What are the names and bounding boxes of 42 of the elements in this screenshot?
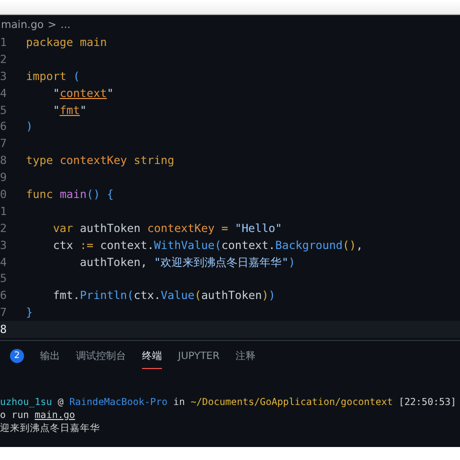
code-line: import (	[26, 70, 80, 83]
line-number: 4	[0, 256, 8, 269]
terminal-line: uzhou_1su @ RaindeMacBook-Pro in ~/Documents/GoApplication/gocontext [22:50:53]	[0, 396, 458, 409]
panel-tab[interactable]: 输出	[40, 343, 60, 369]
breadcrumb-more[interactable]: ...	[60, 19, 70, 34]
line-number: 5	[0, 272, 8, 286]
panel-tab[interactable]: 注释	[236, 343, 256, 369]
panel-tab[interactable]: 终端	[142, 343, 162, 369]
line-number: 8	[0, 323, 8, 336]
code-line: authToken, "欢迎来到沸点冬日嘉年华")	[78, 254, 296, 270]
line-number: 3	[0, 70, 8, 83]
line-number: 1	[0, 204, 8, 218]
code-line: var authToken contextKey = "Hello"	[52, 222, 282, 235]
line-number: 4	[0, 86, 8, 100]
terminal-line: 迎来到沸点冬日嘉年华	[0, 422, 101, 435]
code-line: type contextKey string	[26, 154, 174, 168]
code-line: package main	[26, 36, 107, 49]
breadcrumb-separator: >	[48, 19, 56, 33]
code-line: fmt.Println(ctx.Value(authToken))	[52, 289, 276, 302]
code-line: ctx := context.WithValue(context.Background(),	[52, 238, 363, 252]
line-number: 5	[0, 104, 8, 116]
line-number: 7	[0, 137, 8, 150]
line-number: 0	[0, 188, 8, 201]
line-number: 7	[0, 306, 8, 320]
count-badge: 2	[10, 349, 24, 363]
code-line: "context"	[52, 86, 114, 100]
code-line: func main() {	[26, 188, 114, 201]
breadcrumb-file[interactable]: main.go	[1, 19, 44, 34]
line-number: 1	[0, 36, 8, 49]
line-number: 6	[0, 120, 8, 134]
line-number: 8	[0, 154, 8, 168]
panel-tab[interactable]: 调试控制台	[76, 343, 126, 369]
line-number: 9	[0, 171, 8, 184]
line-number: 3	[0, 238, 8, 252]
terminal-line: o run main.go	[0, 409, 76, 422]
code-line: )	[26, 120, 33, 134]
line-number: 2	[0, 52, 8, 66]
line-number: 2	[0, 222, 8, 235]
panel-tab[interactable]: JUPYTER	[178, 344, 220, 368]
line-number: 6	[0, 289, 8, 302]
code-line: }	[26, 306, 33, 320]
code-line: "fmt"	[52, 104, 87, 116]
